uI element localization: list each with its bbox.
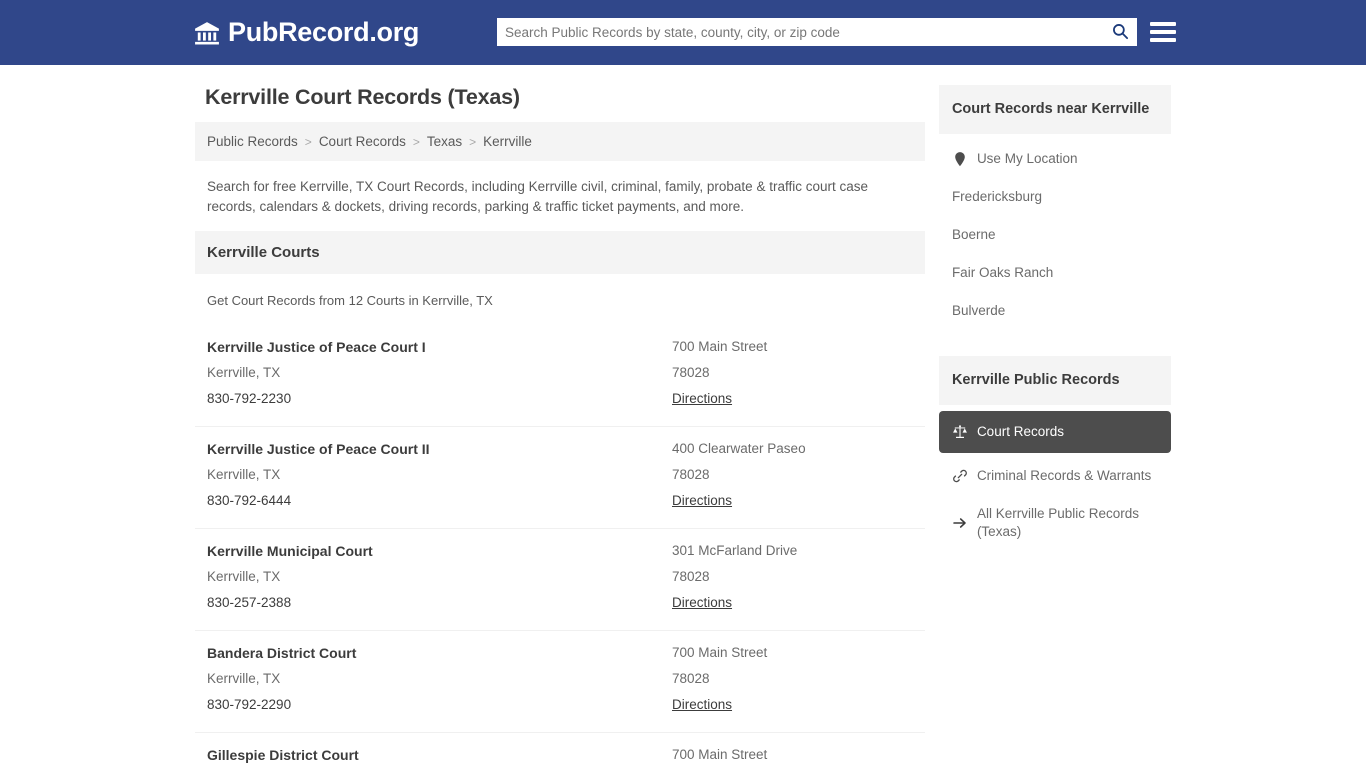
search-bar[interactable]	[497, 18, 1137, 46]
court-name-link[interactable]: Bandera District Court	[207, 640, 672, 666]
content-container: Kerrville Court Records (Texas) Public R…	[195, 85, 1171, 768]
directions-link[interactable]: Directions	[672, 590, 732, 616]
main-column: Kerrville Court Records (Texas) Public R…	[195, 85, 925, 768]
court-street: 301 McFarland Drive	[672, 543, 798, 558]
breadcrumb-item-kerrville: Kerrville	[483, 134, 532, 149]
court-street: 400 Clearwater Paseo	[672, 441, 806, 456]
court-zip: 78028	[672, 671, 710, 686]
court-city-state: Kerrville, TX	[207, 671, 281, 686]
breadcrumb-item-public-records[interactable]: Public Records	[207, 134, 298, 149]
table-row: Gillespie District Court Kerrville, TX 8…	[195, 732, 925, 768]
hamburger-bar	[1150, 38, 1176, 42]
breadcrumb-separator-icon: >	[304, 134, 312, 149]
courts-section-subheading: Get Court Records from 12 Courts in Kerr…	[207, 293, 493, 308]
hamburger-bar	[1150, 22, 1176, 26]
hamburger-bar	[1150, 30, 1176, 34]
court-row-right: 700 Main Street 78028 Directions	[672, 334, 913, 412]
table-row: Kerrville Municipal Court Kerrville, TX …	[195, 528, 925, 630]
court-name-link[interactable]: Kerrville Justice of Peace Court I	[207, 334, 672, 360]
court-row-left: Kerrville Justice of Peace Court I Kerrv…	[207, 334, 672, 412]
sidebar-item-fredericksburg[interactable]: Fredericksburg	[939, 178, 1171, 216]
breadcrumb-item-texas[interactable]: Texas	[427, 134, 462, 149]
sidebar-item-label: Fredericksburg	[951, 189, 1042, 204]
sidebar-item-label: Court Records	[976, 424, 1064, 439]
court-city-state: Kerrville, TX	[207, 569, 281, 584]
court-row-right: 400 Clearwater Paseo 78028 Directions	[672, 436, 913, 514]
court-phone: 830-792-2290	[207, 697, 292, 712]
sidebar-item-criminal-records-warrants[interactable]: Criminal Records & Warrants	[939, 457, 1171, 495]
court-street: 700 Main Street	[672, 645, 768, 660]
sidebar-item-fair-oaks-ranch[interactable]: Fair Oaks Ranch	[939, 254, 1171, 292]
sidebar-public-records-heading: Kerrville Public Records	[938, 356, 1171, 405]
page-title: Kerrville Court Records (Texas)	[205, 85, 520, 109]
court-name-link[interactable]: Kerrville Justice of Peace Court II	[207, 436, 672, 462]
sidebar-item-label: Fair Oaks Ranch	[951, 265, 1054, 280]
sidebar-item-label: Bulverde	[951, 303, 1006, 318]
arrow-right-icon	[952, 515, 968, 531]
sidebar-item-court-records[interactable]: Court Records	[938, 411, 1171, 453]
intro-paragraph: Search for free Kerrville, TX Court Reco…	[207, 179, 868, 214]
court-row-right: 301 McFarland Drive 78028 Directions	[672, 538, 913, 616]
court-list: Kerrville Justice of Peace Court I Kerrv…	[195, 325, 925, 768]
site-header: PubRecord.org	[0, 0, 1366, 65]
court-city-state: Kerrville, TX	[207, 365, 281, 380]
sidebar-item-all-kerrville-public-records[interactable]: All Kerrville Public Records (Texas)	[939, 495, 1171, 551]
sidebar-item-label: All Kerrville Public Records (Texas)	[976, 506, 1139, 539]
court-row-left: Kerrville Municipal Court Kerrville, TX …	[207, 538, 672, 616]
hamburger-menu-icon[interactable]	[1150, 17, 1176, 47]
court-zip: 78028	[672, 569, 710, 584]
table-row: Bandera District Court Kerrville, TX 830…	[195, 630, 925, 732]
court-street: 700 Main Street	[672, 339, 768, 354]
court-city-state: Kerrville, TX	[207, 467, 281, 482]
court-phone: 830-792-2230	[207, 391, 292, 406]
court-phone: 830-792-6444	[207, 493, 292, 508]
breadcrumb-separator-icon: >	[469, 134, 477, 149]
court-row-left: Bandera District Court Kerrville, TX 830…	[207, 640, 672, 718]
court-row-right: 700 Main Street 78028 Directions	[672, 742, 913, 768]
sidebar-item-label: Criminal Records & Warrants	[976, 468, 1152, 483]
court-row-right: 700 Main Street 78028 Directions	[672, 640, 913, 718]
court-name-link[interactable]: Kerrville Municipal Court	[207, 538, 672, 564]
breadcrumb-separator-icon: >	[412, 134, 420, 149]
sidebar-nearby-list: Use My Location Fredericksburg Boerne Fa…	[939, 134, 1171, 340]
brand-logo-link[interactable]: PubRecord.org	[194, 17, 419, 48]
sidebar-item-label: Boerne	[951, 227, 996, 242]
directions-link[interactable]: Directions	[672, 692, 732, 718]
balance-scale-icon	[952, 424, 968, 440]
table-row: Kerrville Justice of Peace Court I Kerrv…	[195, 325, 925, 426]
sidebar-item-bulverde[interactable]: Bulverde	[939, 292, 1171, 330]
breadcrumb-item-court-records[interactable]: Court Records	[319, 134, 406, 149]
search-input[interactable]	[497, 19, 1103, 45]
page-body: Kerrville Court Records (Texas) Public R…	[0, 65, 1366, 768]
search-icon	[1111, 22, 1129, 43]
brand-name: PubRecord.org	[228, 17, 420, 47]
court-zip: 78028	[672, 365, 710, 380]
sidebar-item-use-my-location[interactable]: Use My Location	[939, 140, 1171, 178]
sidebar-item-label: Use My Location	[976, 151, 1078, 166]
breadcrumb: Public Records > Court Records > Texas >…	[195, 122, 925, 161]
sidebar-public-records-list: Court Records Criminal Records & Warrant…	[938, 405, 1171, 551]
directions-link[interactable]: Directions	[672, 386, 732, 412]
sidebar-item-boerne[interactable]: Boerne	[939, 216, 1171, 254]
directions-link[interactable]: Directions	[672, 488, 732, 514]
map-pin-icon	[952, 151, 968, 167]
sidebar: Court Records near Kerrville Use My Loca…	[938, 85, 1171, 551]
court-row-left: Kerrville Justice of Peace Court II Kerr…	[207, 436, 672, 514]
court-phone: 830-257-2388	[207, 595, 292, 610]
table-row: Kerrville Justice of Peace Court II Kerr…	[195, 426, 925, 528]
courts-section-heading: Kerrville Courts	[195, 231, 925, 274]
court-row-left: Gillespie District Court Kerrville, TX 8…	[207, 742, 672, 768]
link-chain-icon	[952, 468, 968, 484]
search-button[interactable]	[1103, 18, 1137, 46]
court-street: 700 Main Street	[672, 747, 768, 762]
court-zip: 78028	[672, 467, 710, 482]
bank-building-icon	[194, 20, 220, 46]
court-name-link[interactable]: Gillespie District Court	[207, 742, 672, 768]
sidebar-nearby-heading: Court Records near Kerrville	[938, 85, 1171, 134]
